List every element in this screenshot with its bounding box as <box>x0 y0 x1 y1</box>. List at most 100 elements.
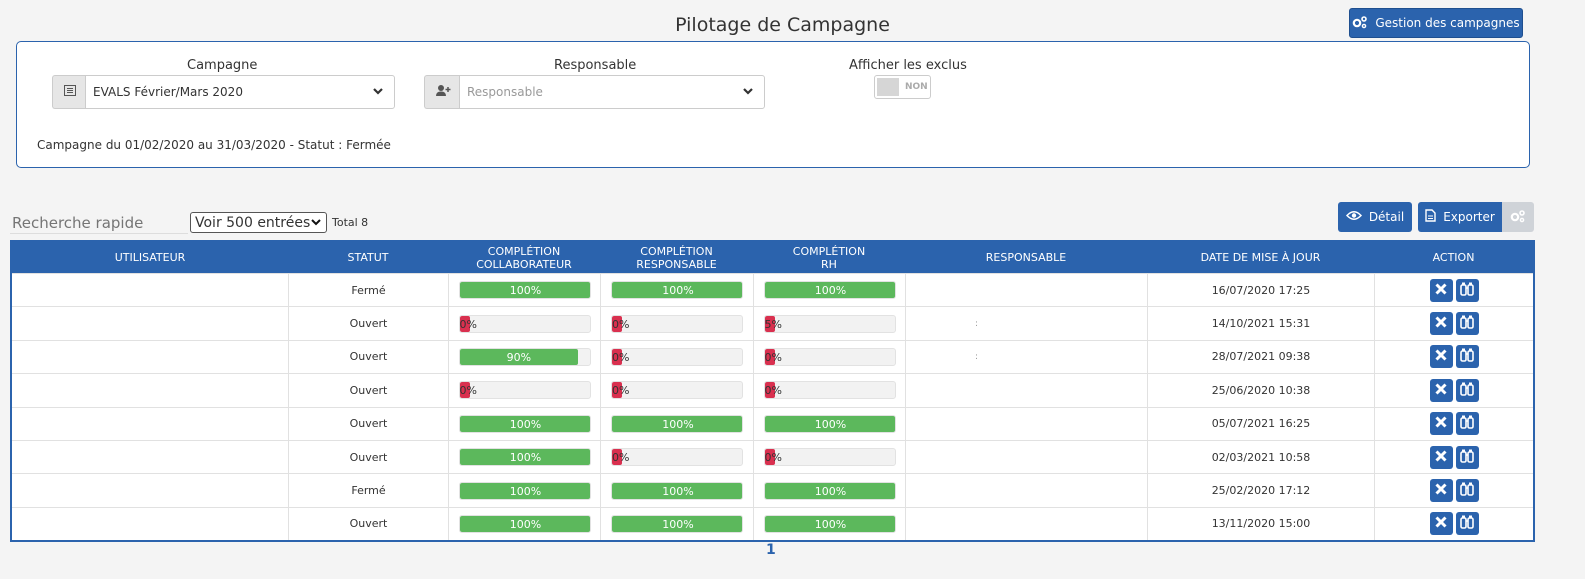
progress-bar: 90% <box>458 347 591 366</box>
view-button[interactable] <box>1455 512 1479 536</box>
column-header-completion-collaborateur[interactable]: COMPLÉTION COLLABORATEUR <box>448 242 600 273</box>
table-row: Ouvert 100% 100% 100% 13/11/2020 15:00 <box>12 506 1533 541</box>
view-button[interactable] <box>1455 479 1479 503</box>
cell-completion-collaborateur: 90% <box>448 340 600 374</box>
column-header-responsable[interactable]: RESPONSABLE <box>905 242 1147 273</box>
cell-date: 25/02/2020 17:12 <box>1147 474 1374 507</box>
progress-bar: 100% <box>763 514 896 533</box>
cell-utilisateur <box>12 374 288 406</box>
progress-label: 100% <box>509 517 542 531</box>
delete-button[interactable] <box>1429 412 1453 436</box>
column-header-statut[interactable]: STATUT <box>288 242 448 273</box>
cell-action <box>1374 407 1533 440</box>
progress-label: 5% <box>764 317 782 331</box>
cell-statut: Ouvert <box>288 507 448 541</box>
close-icon <box>1434 449 1448 466</box>
view-button[interactable] <box>1455 345 1479 369</box>
delete-button[interactable] <box>1429 445 1453 469</box>
progress-label: 100% <box>662 484 694 498</box>
delete-button[interactable] <box>1429 512 1453 536</box>
cell-completion-rh: 5% <box>753 307 905 340</box>
column-header-completion-responsable[interactable]: COMPLÉTION RESPONSABLE <box>600 242 753 273</box>
column-header-completion-rh[interactable]: COMPLÉTION RH <box>753 242 905 273</box>
responsable-addon <box>424 75 460 109</box>
progress-bar: 100% <box>458 481 591 500</box>
progress-bar: 100% <box>611 281 743 300</box>
view-button[interactable] <box>1455 445 1479 469</box>
chevron-down-icon <box>742 85 754 100</box>
length-select[interactable]: Voir 500 entrées <box>190 212 327 233</box>
close-icon <box>1434 415 1448 432</box>
responsable-select[interactable]: Responsable <box>459 75 765 109</box>
cell-utilisateur <box>12 474 288 506</box>
column-header-date[interactable]: DATE DE MISE À JOUR <box>1147 242 1374 273</box>
campaign-table: UTILISATEUR STATUT COMPLÉTION COLLABORAT… <box>10 240 1535 543</box>
cell-completion-responsable: 100% <box>600 407 753 440</box>
progress-label: 100% <box>509 451 542 465</box>
cell-completion-responsable: 0% <box>600 307 753 340</box>
campagne-select[interactable]: EVALS Février/Mars 2020 <box>85 75 395 109</box>
table-row: Ouvert 100% 100% 100% 05/07/2021 16:25 <box>12 406 1533 440</box>
cell-action <box>1374 474 1533 507</box>
cell-date: 16/07/2020 17:25 <box>1147 274 1374 307</box>
settings-button[interactable] <box>1502 202 1534 232</box>
cell-completion-collaborateur: 100% <box>448 440 600 474</box>
toggle-text: NON <box>905 82 928 92</box>
cell-date: 13/11/2020 15:00 <box>1147 507 1374 541</box>
progress-bar: 0% <box>458 381 591 400</box>
delete-button[interactable] <box>1429 278 1453 302</box>
cell-utilisateur <box>12 508 288 540</box>
pagination-page-1[interactable]: 1 <box>766 542 776 558</box>
delete-button[interactable] <box>1429 345 1453 369</box>
cell-responsable <box>905 474 1147 507</box>
table-row: Fermé 100% 100% 100% 16/07/2020 17:25 <box>12 273 1533 307</box>
search-input[interactable] <box>10 212 188 234</box>
progress-bar: 100% <box>763 414 896 433</box>
cell-statut: Ouvert <box>288 374 448 407</box>
binoculars-icon <box>1459 481 1475 500</box>
list-icon <box>63 85 76 99</box>
cell-responsable <box>905 440 1147 474</box>
progress-label: 0% <box>612 384 630 398</box>
table-row: Ouvert 0% 0% 5% : 14/10/2021 15:31 <box>12 306 1533 340</box>
cell-utilisateur <box>12 341 288 373</box>
progress-bar: 100% <box>611 481 743 500</box>
progress-label: 0% <box>459 317 477 331</box>
export-button[interactable]: Exporter <box>1418 202 1502 232</box>
detail-button[interactable]: Détail <box>1338 202 1412 232</box>
cell-statut: Fermé <box>288 274 448 307</box>
binoculars-icon <box>1459 448 1475 467</box>
total-count: Total 8 <box>332 216 369 229</box>
gestion-campagnes-button[interactable]: Gestion des campagnes <box>1349 8 1523 38</box>
cell-utilisateur <box>12 307 288 339</box>
detail-label: Détail <box>1368 210 1405 224</box>
progress-bar: 0% <box>763 347 896 366</box>
view-button[interactable] <box>1455 412 1479 436</box>
view-button[interactable] <box>1455 378 1479 402</box>
progress-label: 100% <box>509 417 542 431</box>
table-row: Ouvert 90% 0% 0% : 28/07/2021 09:38 <box>12 339 1533 374</box>
exclus-label: Afficher les exclus <box>849 58 967 73</box>
table-header: UTILISATEUR STATUT COMPLÉTION COLLABORAT… <box>12 242 1533 273</box>
gears-icon <box>1510 209 1526 226</box>
export-label: Exporter <box>1443 210 1495 224</box>
delete-button[interactable] <box>1429 312 1453 336</box>
cell-date: 25/06/2020 10:38 <box>1147 374 1374 407</box>
column-header-utilisateur[interactable]: UTILISATEUR <box>12 242 288 273</box>
progress-label: 0% <box>764 451 782 465</box>
binoculars-icon <box>1459 347 1475 366</box>
delete-button[interactable] <box>1429 479 1453 503</box>
progress-label: 90% <box>506 350 532 364</box>
view-button[interactable] <box>1455 312 1479 336</box>
cell-responsable: : <box>905 340 1147 374</box>
chevron-down-icon <box>372 85 384 100</box>
cell-responsable <box>905 274 1147 307</box>
cell-completion-rh: 100% <box>753 507 905 541</box>
cell-utilisateur <box>12 274 288 306</box>
cell-completion-responsable: 100% <box>600 507 753 541</box>
responsable-value: : <box>974 318 979 329</box>
exclus-toggle[interactable]: NON <box>874 75 931 99</box>
progress-bar: 0% <box>611 381 743 400</box>
view-button[interactable] <box>1455 278 1479 302</box>
delete-button[interactable] <box>1429 378 1453 402</box>
